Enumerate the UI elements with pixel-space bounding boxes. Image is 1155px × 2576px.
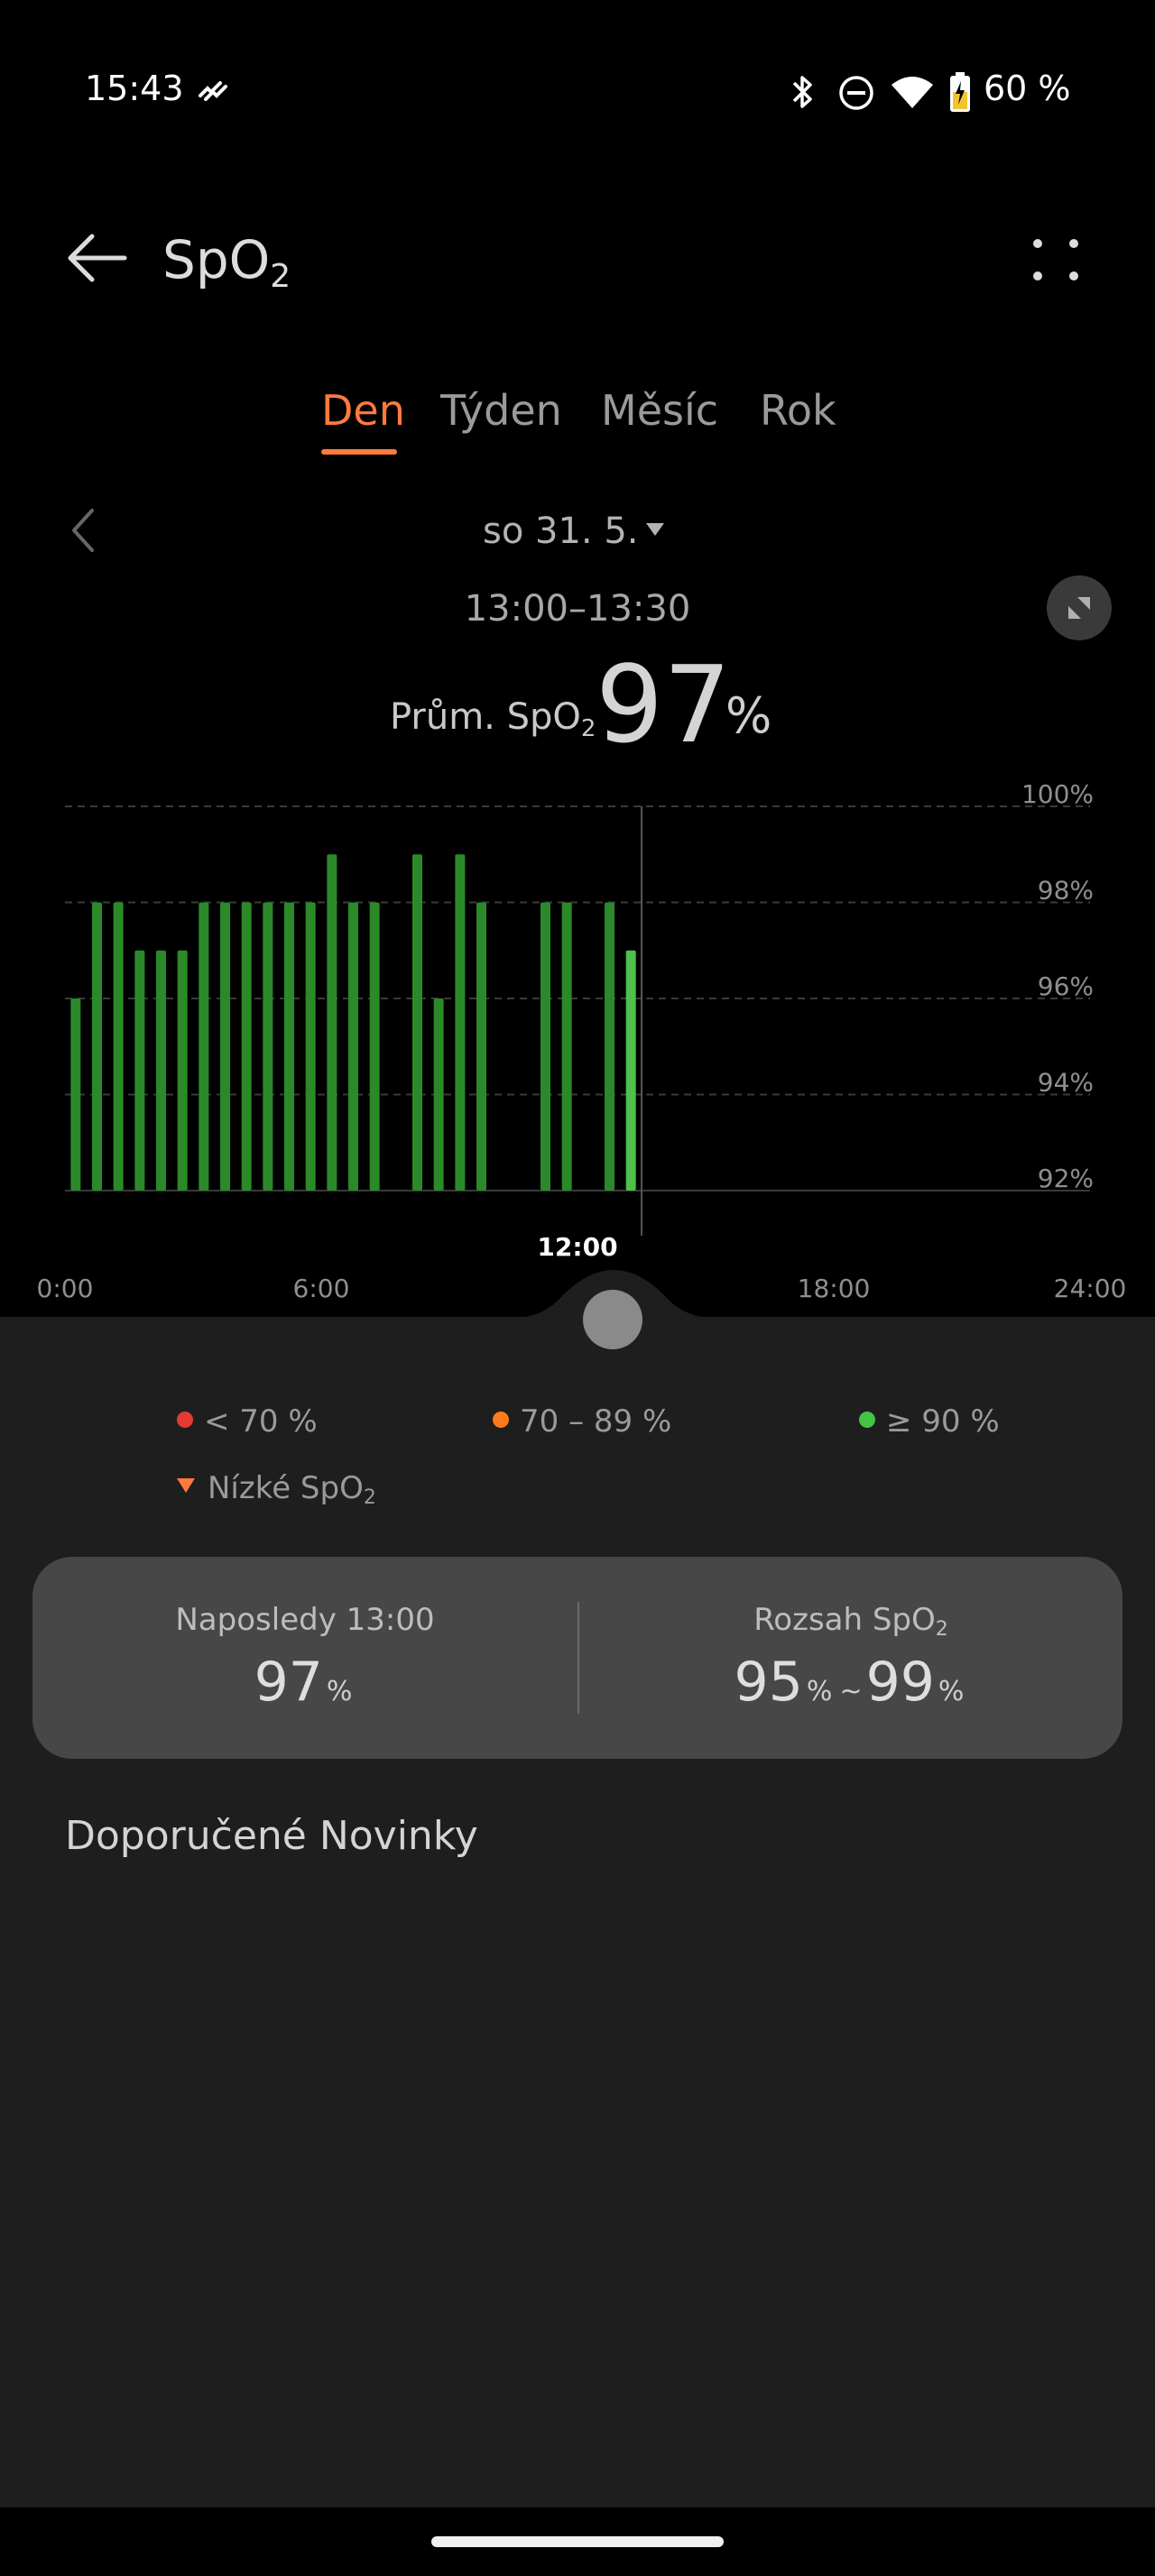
chart-bar[interactable] [70, 998, 81, 1191]
average-unit: % [725, 687, 772, 744]
green-dot-icon [859, 1412, 875, 1428]
selected-x-label: 12:00 [537, 1232, 617, 1262]
chart-bar[interactable] [92, 902, 102, 1191]
arrow-left-icon[interactable] [65, 231, 128, 285]
chart-bar[interactable] [284, 902, 294, 1191]
chart-bar[interactable] [220, 902, 230, 1191]
date-selector[interactable]: so 31. 5. [483, 511, 639, 552]
tab-day[interactable]: Den [321, 386, 405, 435]
orange-dot-icon [493, 1412, 509, 1428]
chart-bar[interactable] [605, 902, 614, 1191]
tab-year[interactable]: Rok [760, 386, 836, 435]
chart-bar[interactable] [305, 902, 316, 1191]
chart-bar[interactable] [541, 902, 550, 1191]
chart-bar[interactable] [156, 950, 166, 1191]
chart-bar[interactable] [369, 902, 380, 1191]
home-indicator[interactable] [431, 2536, 724, 2547]
bluetooth-icon [792, 76, 812, 108]
health-sync-icon [199, 81, 227, 101]
tab-week[interactable]: Týden [440, 386, 562, 435]
legend-90-plus: ≥ 90 % [859, 1403, 1000, 1440]
chart-bar[interactable] [327, 854, 337, 1191]
chart-bar[interactable] [455, 854, 466, 1191]
red-dot-icon [177, 1412, 193, 1428]
spo2-bar-chart[interactable]: 100%98%96%94%92%0:006:0012:0018:0024:001… [0, 776, 1155, 1317]
legend-below-70: < 70 % [177, 1403, 318, 1440]
chart-bar[interactable] [625, 950, 636, 1191]
status-time: 15:43 [85, 69, 184, 108]
chart-bar[interactable] [241, 902, 252, 1191]
spo2-range-label: Rozsah SpO2 [753, 1602, 948, 1641]
x-tick-label: 6:00 [293, 1274, 350, 1303]
tab-month[interactable]: Měsíc [601, 386, 718, 435]
x-tick-label: 0:00 [37, 1274, 94, 1303]
chevron-left-icon[interactable] [69, 507, 97, 554]
time-scrubber-handle[interactable] [583, 1290, 642, 1349]
caret-down-icon[interactable] [644, 521, 666, 538]
active-tab-indicator [321, 449, 397, 455]
chart-bar[interactable] [199, 902, 209, 1191]
y-tick-label: 100% [1021, 779, 1094, 809]
details-sheet [0, 1317, 1155, 2507]
chart-bar[interactable] [412, 854, 422, 1191]
chart-bar[interactable] [134, 950, 145, 1191]
battery-charging-icon [950, 72, 970, 112]
stats-card: Naposledy 13:00 97% Rozsah SpO2 95% ~99% [32, 1557, 1123, 1759]
legend-70-89: 70 – 89 % [493, 1403, 671, 1440]
legend-low-spo2: Nízké SpO2 [177, 1470, 376, 1509]
y-tick-label: 98% [1038, 876, 1094, 906]
chart-bar[interactable] [348, 902, 358, 1191]
do-not-disturb-icon [839, 76, 873, 110]
chart-bar[interactable] [561, 902, 572, 1191]
chart-bar[interactable] [433, 998, 444, 1191]
wifi-icon [892, 77, 933, 108]
y-tick-label: 94% [1038, 1068, 1094, 1098]
last-measurement-value: 97% [254, 1651, 353, 1714]
average-value: 97 [596, 642, 732, 767]
recommended-news-title: Doporučené Novinky [65, 1813, 478, 1859]
chart-bar[interactable] [476, 902, 486, 1191]
app-screen: 15:43 60 % SpO2 Den Týden Měsíc Rok so 3… [0, 0, 1155, 2576]
average-label: Prům. SpO2 [390, 696, 596, 742]
x-tick-label: 24:00 [1054, 1274, 1127, 1303]
triangle-down-icon [177, 1478, 195, 1493]
y-tick-label: 92% [1038, 1164, 1094, 1193]
chart-bar[interactable] [113, 902, 124, 1191]
chart-bar[interactable] [177, 950, 188, 1191]
y-tick-label: 96% [1038, 971, 1094, 1001]
last-measurement-label: Naposledy 13:00 [175, 1602, 435, 1638]
chart-bar[interactable] [263, 902, 273, 1191]
expand-icon [1068, 597, 1090, 619]
page-title: SpO2 [162, 229, 291, 295]
more-icon[interactable] [1029, 236, 1083, 283]
fullscreen-button[interactable] [1047, 575, 1112, 640]
selected-time-range: 13:00–13:30 [464, 588, 691, 630]
x-tick-label: 18:00 [798, 1274, 871, 1303]
spo2-range-value: 95% ~99% [734, 1651, 965, 1714]
battery-percentage: 60 % [984, 69, 1071, 108]
